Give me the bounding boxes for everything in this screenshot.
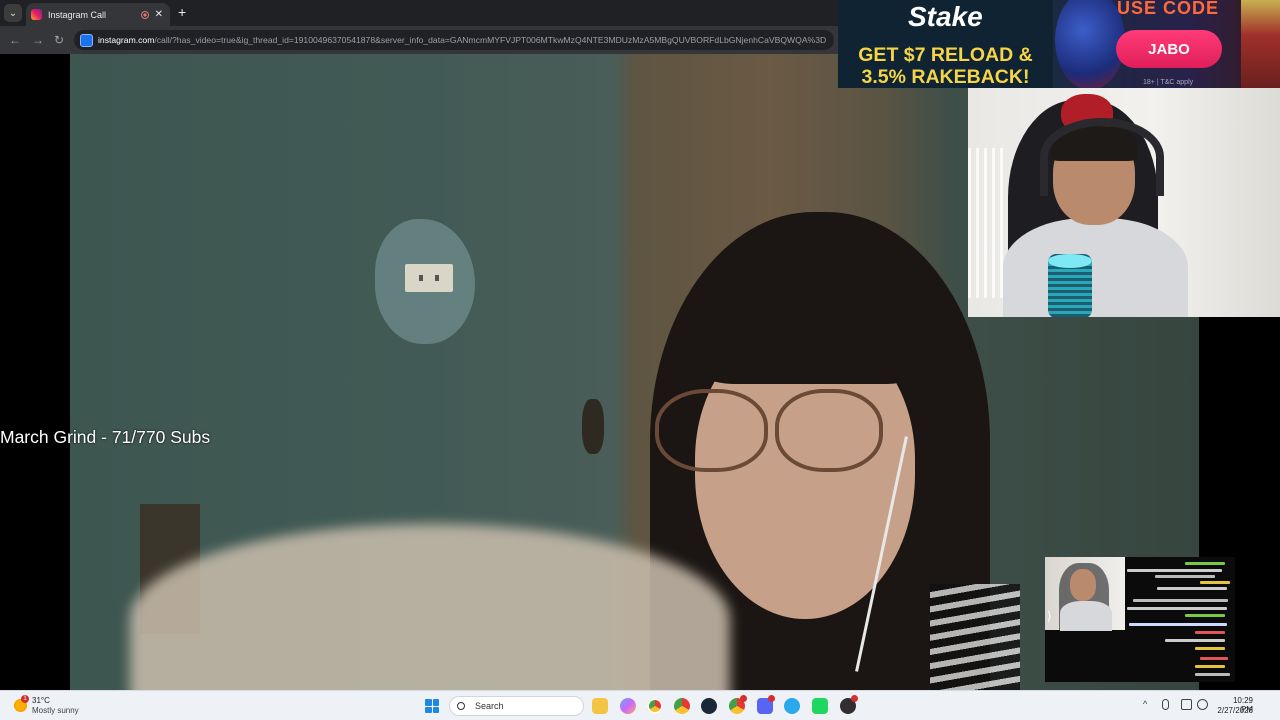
sponsor-headline: GET $7 RELOAD & 3.5% RAKEBACK! [838, 44, 1053, 88]
sponsor-disclaimer: 18+ | T&C apply [1143, 79, 1194, 86]
motion-blurred-arm [130, 524, 730, 690]
use-code-label: USE CODE [1117, 0, 1220, 18]
weather-condition: Mostly sunny [32, 706, 79, 715]
preview-face [1070, 569, 1096, 601]
taskbar-search[interactable]: Search [449, 696, 584, 716]
chat-line [1127, 607, 1227, 610]
caller-bangs [685, 244, 935, 384]
instagram-icon [31, 9, 42, 20]
weather-notification-badge: 1 [21, 695, 29, 703]
chat-line [1165, 639, 1225, 642]
close-tab-button[interactable]: ✕ [155, 9, 163, 20]
microphone-icon[interactable] [1162, 699, 1169, 710]
headset [1040, 118, 1164, 196]
striped-clothing [930, 584, 1020, 690]
tab-title: Instagram Call [48, 9, 107, 20]
baby-gate [968, 148, 1006, 298]
telegram-icon[interactable] [784, 698, 800, 714]
chat-line [1185, 614, 1225, 617]
url-text: instagram.com/call/?has_video=true&ig_th… [98, 35, 826, 45]
sponsor-left-panel: Stake GET $7 RELOAD & 3.5% RAKEBACK! [838, 0, 1053, 88]
url-path: /call/?has_video=true&ig_thread_id=19100… [154, 35, 827, 45]
reload-button[interactable]: ↻ [54, 33, 64, 47]
tray-overflow-chevron[interactable]: ^ [1143, 699, 1147, 709]
glasses-right-lens [775, 389, 883, 472]
chat-line [1127, 569, 1222, 572]
sponsor-banner: Stake GET $7 RELOAD & 3.5% RAKEBACK! USE… [838, 0, 1280, 88]
url-host: instagram.com [98, 35, 155, 45]
weather-temperature: 31°C [32, 696, 50, 705]
cricket-ball-graphic [1055, 0, 1125, 88]
gift-graphic [1241, 0, 1280, 88]
stream-preview-widget: ⟩ [1045, 557, 1235, 682]
site-info-icon[interactable] [80, 33, 93, 47]
new-tab-button[interactable]: + [178, 4, 186, 20]
browser-tab-strip: ⌄ Instagram Call ✕ + [0, 0, 838, 26]
taskbar: 1 31°C Mostly sunny Search ^ 10:29 PM 2/… [0, 690, 1280, 720]
chat-line [1195, 673, 1230, 676]
chat-line [1200, 581, 1230, 584]
chevron-down-icon: ⌄ [8, 7, 18, 19]
steam-icon[interactable] [701, 698, 717, 714]
sponsor-headline-line2: 3.5% RAKEBACK! [861, 66, 1030, 88]
chat-line [1155, 575, 1215, 578]
forward-button[interactable]: → [32, 33, 44, 47]
door-knob [582, 399, 604, 454]
browser-toolbar: ← → ↻ instagram.com/call/?has_video=true… [0, 26, 838, 54]
notification-badge [740, 695, 747, 702]
chat-line [1129, 623, 1227, 626]
chat-line [1195, 647, 1225, 650]
chat-line [1157, 587, 1227, 590]
volume-icon[interactable] [1197, 699, 1208, 710]
copilot-icon[interactable] [620, 698, 636, 714]
streamer-shirt [1003, 218, 1188, 317]
clock-date[interactable]: 2/27/2026 [1214, 706, 1253, 715]
sponsor-headline-line1: GET $7 RELOAD & [858, 44, 1033, 66]
chat-line [1195, 631, 1225, 634]
promo-code-badge: JABO [1116, 30, 1222, 68]
display-icon[interactable] [1181, 699, 1192, 710]
back-button[interactable]: ← [9, 33, 21, 47]
chrome-profile-icon[interactable] [674, 698, 690, 714]
spotify-icon[interactable] [812, 698, 828, 714]
chevron-right-icon[interactable]: ⟩ [1047, 609, 1052, 623]
start-button[interactable] [425, 699, 439, 713]
preview-shirt [1060, 601, 1112, 631]
glasses-left-lens [655, 389, 768, 472]
recording-indicator-icon [140, 10, 149, 19]
notification-badge [768, 695, 775, 702]
tab-instagram-call[interactable]: Instagram Call ✕ [26, 3, 170, 26]
sub-goal-overlay: March Grind - 71/770 Subs [0, 427, 211, 447]
chrome-icon[interactable] [647, 698, 663, 714]
search-label: Search [475, 701, 504, 711]
address-bar[interactable]: instagram.com/call/?has_video=true&ig_th… [74, 30, 834, 50]
chat-line [1185, 562, 1225, 565]
tab-list-button[interactable]: ⌄ [4, 4, 22, 22]
chat-line [1133, 599, 1228, 602]
smart-speaker-light [1048, 254, 1092, 268]
chat-line [1200, 657, 1228, 660]
notification-badge [851, 695, 858, 702]
sponsor-logo: Stake [908, 1, 983, 32]
search-icon [457, 702, 465, 710]
sponsor-right-panel: USE CODE JABO 18+ | T&C apply [1053, 0, 1280, 88]
chat-line [1195, 665, 1225, 668]
streamer-webcam [968, 88, 1280, 317]
wall-outlet [405, 264, 453, 292]
preview-webcam: ⟩ [1045, 557, 1125, 631]
file-explorer-icon[interactable] [592, 698, 608, 714]
